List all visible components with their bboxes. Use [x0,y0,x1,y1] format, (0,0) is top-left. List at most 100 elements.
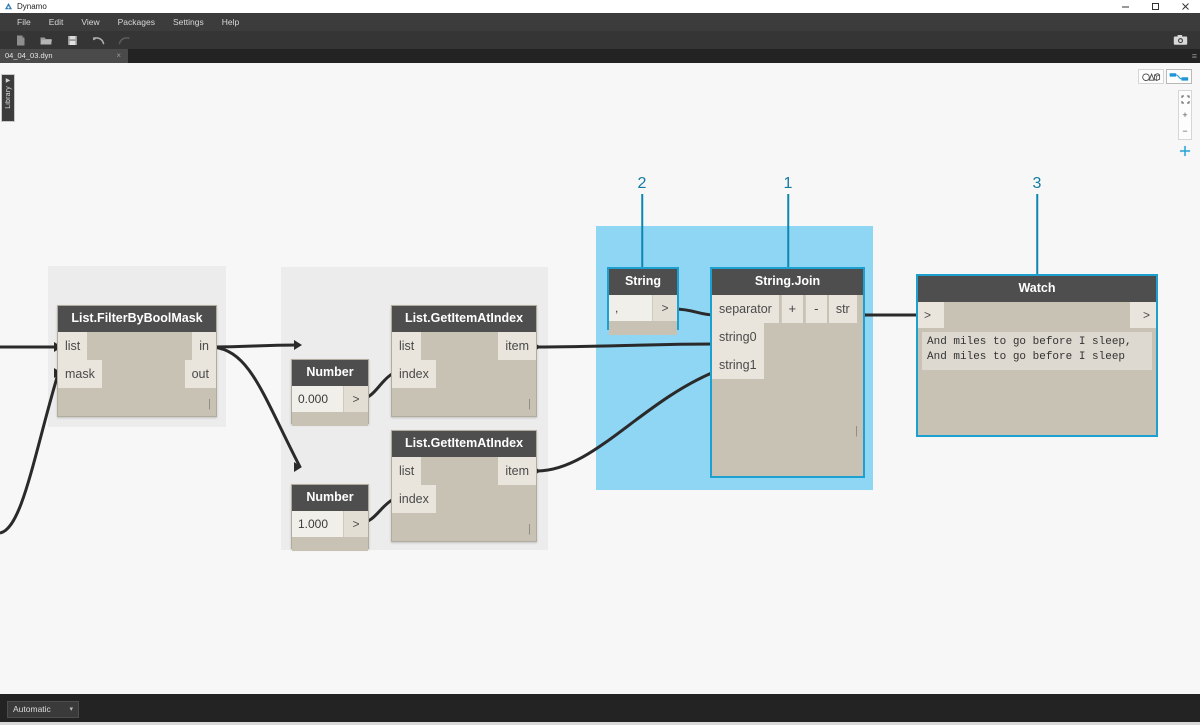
minimize-icon[interactable] [1110,0,1140,13]
input-port-index[interactable]: index [392,360,436,388]
output-port-caret[interactable]: > [344,511,368,537]
value-row: , > [609,295,677,321]
camera-icon[interactable] [1166,31,1194,49]
node-footer [292,412,368,426]
input-port-list[interactable]: list [58,332,87,360]
node-gap [421,457,498,485]
remove-input-button[interactable]: - [805,295,827,323]
zoom-out-button[interactable]: − [1179,123,1191,139]
watch-port-row: > > [918,302,1156,328]
close-icon[interactable]: × [116,52,123,60]
menu-item-edit[interactable]: Edit [40,18,73,27]
chevron-down-icon: ▾ [69,706,73,713]
string-join-node[interactable]: String.Join separator + - str string0 st… [710,267,865,478]
string-input[interactable]: , [609,295,653,321]
save-file-icon[interactable] [59,31,85,49]
graph-canvas[interactable]: ▶ Library [0,63,1200,694]
watch-result-line-1: And miles to go before I sleep, [927,336,1132,348]
fit-to-screen-icon[interactable] [1179,91,1191,107]
number-input[interactable]: 1.000 [292,511,344,537]
node-title: String.Join [712,269,863,295]
close-icon[interactable] [1170,0,1200,13]
tab-overflow-icon[interactable]: ≡ [1192,49,1197,63]
undo-icon[interactable] [85,31,111,49]
input-port-string0[interactable]: string0 [712,323,764,351]
output-port-caret[interactable]: > [344,386,368,412]
output-port-item[interactable]: item [498,332,536,360]
title-bar-left: Dynamo [0,2,47,11]
string-node[interactable]: String , > [607,267,679,330]
port-row-list-item: list item [392,457,536,485]
input-port-watch[interactable]: > [918,302,944,328]
input-port-list[interactable]: list [392,457,421,485]
zoom-in-button[interactable]: + [1179,107,1191,123]
node-title: Number [292,485,368,511]
add-input-button[interactable]: + [781,295,803,323]
input-port-index[interactable]: index [392,485,436,513]
value-row: 1.000 > [292,511,368,537]
number-node-zero[interactable]: Number 0.000 > [291,359,369,424]
output-port-str[interactable]: str [829,295,857,323]
output-port-out[interactable]: out [185,360,216,388]
callout-1-number: 1 [784,176,793,192]
node-body: , > [609,295,677,335]
maximize-icon[interactable] [1140,0,1170,13]
dynamo-logo-icon [4,2,13,11]
output-port-caret[interactable]: > [653,295,677,321]
node-footer: | [712,379,863,439]
file-tab-bar: 04_04_03.dyn × [0,49,1200,63]
pan-icon[interactable] [1178,144,1192,158]
resize-handle[interactable]: | [855,426,858,437]
app-title: Dynamo [17,3,47,11]
menu-item-packages[interactable]: Packages [109,18,164,27]
redo-icon[interactable] [111,31,137,49]
file-tab[interactable]: 04_04_03.dyn × [0,49,128,63]
node-gap [436,485,536,513]
node-body: list item index | [392,457,536,537]
graph-view-icon[interactable] [1166,69,1192,84]
chevron-right-icon: ▶ [6,78,11,84]
menu-item-file[interactable]: File [8,18,40,27]
callout-2-number: 2 [638,176,647,192]
watch-result-area: And miles to go before I sleep, And mile… [922,332,1152,371]
menu-item-settings[interactable]: Settings [164,18,213,27]
library-panel-tab[interactable]: ▶ Library [1,74,15,122]
output-port-item[interactable]: item [498,457,536,485]
node-gap [421,332,498,360]
input-port-list[interactable]: list [392,332,421,360]
node-body: separator + - str string0 string1 [712,295,863,439]
list-filterbyboolmask-node[interactable]: List.FilterByBoolMask list in mask out | [57,305,217,417]
watch-node[interactable]: Watch > > And miles to go before I sleep… [916,274,1158,437]
run-mode-dropdown[interactable]: Automatic ▾ [7,701,79,718]
input-port-mask[interactable]: mask [58,360,102,388]
list-getitematindex-node-bottom[interactable]: List.GetItemAtIndex list item index | [391,430,537,542]
port-row-string1: string1 [712,351,863,379]
open-file-icon[interactable] [33,31,59,49]
resize-handle[interactable]: | [208,399,211,410]
zoom-control-group: + − [1178,90,1192,140]
number-input[interactable]: 0.000 [292,386,344,412]
port-row-separator: separator + - str [712,295,863,323]
list-getitematindex-node-top[interactable]: List.GetItemAtIndex list item index | [391,305,537,417]
menu-item-view[interactable]: View [72,18,108,27]
menu-item-help[interactable]: Help [213,18,248,27]
library-panel-label: Library [5,86,12,109]
geometry-view-icon[interactable] [1138,69,1164,84]
node-gap [436,360,536,388]
port-row-list-in: list in [58,332,216,360]
node-title: String [609,269,677,295]
input-port-string1[interactable]: string1 [712,351,764,379]
new-file-icon[interactable] [7,31,33,49]
view-toggle-group [1138,69,1192,84]
resize-handle[interactable]: | [528,399,531,410]
output-port-in[interactable]: in [192,332,216,360]
node-footer [609,321,677,335]
number-node-one[interactable]: Number 1.000 > [291,484,369,549]
node-title: Watch [918,276,1156,302]
resize-handle[interactable]: | [528,524,531,535]
input-port-separator[interactable]: separator [712,295,779,323]
node-title: List.FilterByBoolMask [58,306,216,332]
port-row-index: index [392,485,536,513]
output-port-watch[interactable]: > [1130,302,1156,328]
node-body: 0.000 > [292,386,368,426]
